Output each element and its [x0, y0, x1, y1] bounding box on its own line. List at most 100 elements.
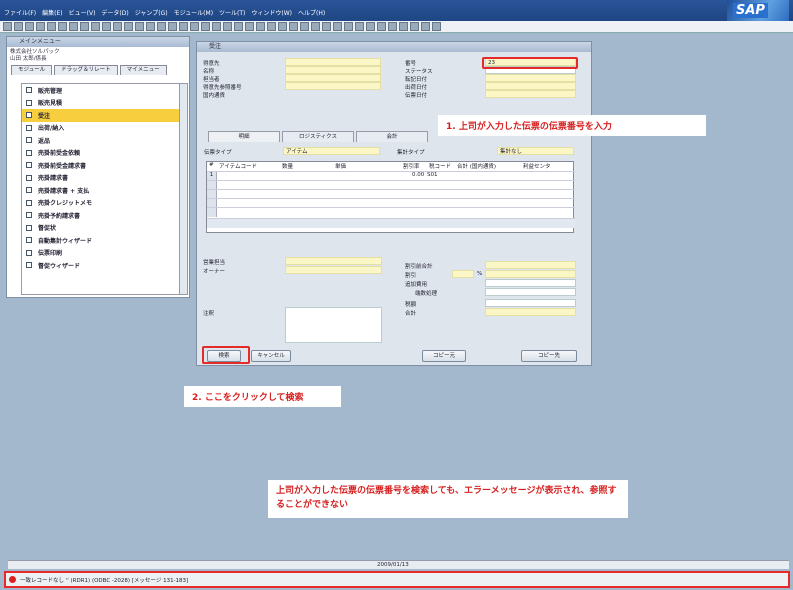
list-item[interactable]: 督促状 — [22, 222, 180, 235]
menu-item[interactable]: ヘルプ(H) — [298, 8, 325, 17]
posting-date-field[interactable] — [485, 74, 576, 82]
tab-logistics[interactable]: ロジスティクス — [282, 131, 354, 142]
toolbar-icon[interactable] — [344, 22, 353, 31]
toolbar-icon[interactable] — [58, 22, 67, 31]
list-item[interactable]: 返品 — [22, 134, 180, 147]
grid-scrollbar[interactable] — [207, 218, 575, 228]
toolbar-icon[interactable] — [113, 22, 122, 31]
summary-type-select[interactable]: 集計なし — [497, 147, 574, 155]
table-row[interactable]: 1 0.00 S01 — [207, 171, 575, 181]
list-item[interactable]: 売掛クレジットメモ — [22, 197, 180, 210]
list-item[interactable]: 自動集計ウィザード — [22, 234, 180, 247]
list-item[interactable]: 督促ウィザード — [22, 259, 180, 272]
toolbar-icon[interactable] — [91, 22, 100, 31]
list-item[interactable]: 受注 — [22, 109, 180, 122]
copy-to-button[interactable]: コピー先 — [521, 350, 577, 362]
menu-item[interactable]: データ(D) — [101, 8, 128, 17]
toolbar-icon[interactable] — [333, 22, 342, 31]
toolbar-icon[interactable] — [102, 22, 111, 31]
table-row[interactable] — [207, 198, 575, 208]
toolbar-icon[interactable] — [179, 22, 188, 31]
toolbar-icon[interactable] — [135, 22, 144, 31]
toolbar-icon[interactable] — [388, 22, 397, 31]
list-item[interactable]: 出荷/納入 — [22, 122, 180, 135]
toolbar-icon[interactable] — [168, 22, 177, 31]
toolbar-icon[interactable] — [201, 22, 210, 31]
toolbar-icon[interactable] — [278, 22, 287, 31]
tab-contents[interactable]: 明細 — [208, 131, 280, 142]
toolbar-icon[interactable] — [36, 22, 45, 31]
customer-ref-field[interactable] — [285, 82, 381, 90]
list-item[interactable]: 売掛請求書 + 支払 — [22, 184, 180, 197]
module-sales[interactable]: 販売管理 — [22, 84, 180, 97]
toolbar-icon[interactable] — [432, 22, 441, 31]
toolbar-icon[interactable] — [366, 22, 375, 31]
freight-field[interactable] — [485, 279, 576, 287]
toolbar-icon[interactable] — [212, 22, 221, 31]
toolbar-icon[interactable] — [124, 22, 133, 31]
toolbar-icon[interactable] — [80, 22, 89, 31]
toolbar-icon[interactable] — [245, 22, 254, 31]
tab-accounting[interactable]: 会計 — [356, 131, 428, 142]
menu-item[interactable]: ツール(T) — [219, 8, 245, 17]
toolbar-icon[interactable] — [69, 22, 78, 31]
tab-modules[interactable]: モジュール — [11, 65, 53, 75]
toolbar-icon[interactable] — [223, 22, 232, 31]
contact-field[interactable] — [285, 74, 381, 82]
menu-item[interactable]: モジュール(M) — [174, 8, 213, 17]
main-menu-scrollbar[interactable] — [179, 83, 188, 295]
customer-field[interactable] — [285, 58, 381, 66]
toolbar-icon[interactable] — [14, 22, 23, 31]
toolbar-icon[interactable] — [399, 22, 408, 31]
table-row[interactable] — [207, 180, 575, 190]
table-row[interactable] — [207, 207, 575, 217]
total-field[interactable] — [485, 308, 576, 316]
discount-percent-field[interactable] — [452, 270, 474, 278]
toolbar-icon[interactable] — [410, 22, 419, 31]
list-item[interactable]: 売掛前受金請求書 — [22, 159, 180, 172]
items-grid[interactable]: # アイテムコード 数量 単価 割引率 税コード 合計 (国内通貨) 利益センタ… — [206, 161, 575, 233]
cancel-button[interactable]: キャンセル — [251, 350, 291, 362]
delivery-date-field[interactable] — [485, 82, 576, 90]
toolbar-icon[interactable] — [3, 22, 12, 31]
total-before-discount-field[interactable] — [485, 261, 576, 269]
toolbar-icon[interactable] — [234, 22, 243, 31]
toolbar-icon[interactable] — [256, 22, 265, 31]
toolbar-icon[interactable] — [190, 22, 199, 31]
toolbar-icon[interactable] — [47, 22, 56, 31]
toolbar-icon[interactable] — [146, 22, 155, 31]
name-field[interactable] — [285, 66, 381, 74]
list-item[interactable]: 伝票印刷 — [22, 247, 180, 260]
toolbar-icon[interactable] — [322, 22, 331, 31]
menu-item[interactable]: ジャンプ(G) — [135, 8, 168, 17]
tab-drag-relate[interactable]: ドラッグ＆リレート — [54, 65, 118, 75]
list-item[interactable]: 売掛請求書 — [22, 172, 180, 185]
toolbar-icon[interactable] — [421, 22, 430, 31]
menu-item[interactable]: ビュー(V) — [69, 8, 96, 17]
toolbar-icon[interactable] — [267, 22, 276, 31]
menu-item[interactable]: 編集(E) — [42, 8, 62, 17]
tax-field[interactable] — [485, 299, 576, 307]
toolbar-icon[interactable] — [25, 22, 34, 31]
sales-rep-field[interactable] — [285, 257, 382, 265]
table-row[interactable] — [207, 189, 575, 199]
copy-from-button[interactable]: コピー元 — [422, 350, 466, 362]
list-item[interactable]: 売掛予約請求書 — [22, 209, 180, 222]
toolbar-icon[interactable] — [300, 22, 309, 31]
menu-item[interactable]: ファイル(F) — [4, 8, 36, 17]
toolbar-icon[interactable] — [157, 22, 166, 31]
toolbar-icon[interactable] — [377, 22, 386, 31]
owner-field[interactable] — [285, 266, 382, 274]
toolbar-icon[interactable] — [355, 22, 364, 31]
toolbar-icon[interactable] — [289, 22, 298, 31]
discount-field[interactable] — [485, 270, 576, 278]
list-item[interactable]: 売掛前受金依頼 — [22, 147, 180, 160]
tab-my-menu[interactable]: マイメニュー — [119, 65, 167, 75]
toolbar-icon[interactable] — [311, 22, 320, 31]
remarks-field[interactable] — [285, 307, 382, 343]
document-date-field[interactable] — [485, 90, 576, 98]
menu-item[interactable]: ウィンドウ(W) — [251, 8, 292, 17]
rounding-field[interactable] — [485, 288, 576, 296]
list-item[interactable]: 販売見積 — [22, 97, 180, 110]
item-type-select[interactable]: アイテム — [283, 147, 380, 155]
